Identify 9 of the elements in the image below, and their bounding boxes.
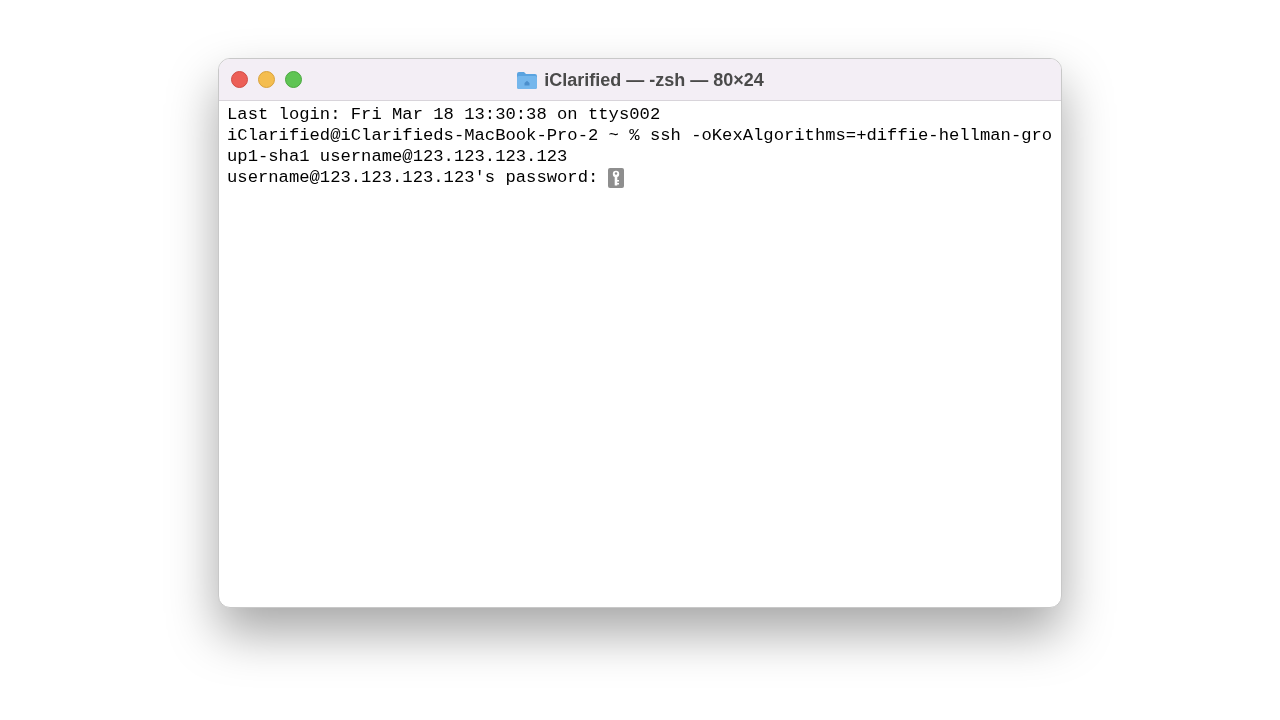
window-title: iClarified — -zsh — 80×24 (544, 68, 764, 92)
terminal-line: username@123.123.123.123's password: (227, 167, 599, 188)
minimize-button[interactable] (258, 71, 275, 88)
terminal-line: iClarified@iClarifieds-MacBook-Pro-2 ~ % ssh -oKexAlgorithms=+diffie-hellman-gro (227, 125, 1053, 146)
terminal-line: Last login: Fri Mar 18 13:30:38 on ttys002 (227, 104, 661, 125)
close-button[interactable] (231, 71, 248, 88)
zoom-button[interactable] (285, 71, 302, 88)
terminal-line: up1-sha1 username@123.123.123.123 (227, 146, 568, 167)
folder-icon (516, 70, 539, 90)
